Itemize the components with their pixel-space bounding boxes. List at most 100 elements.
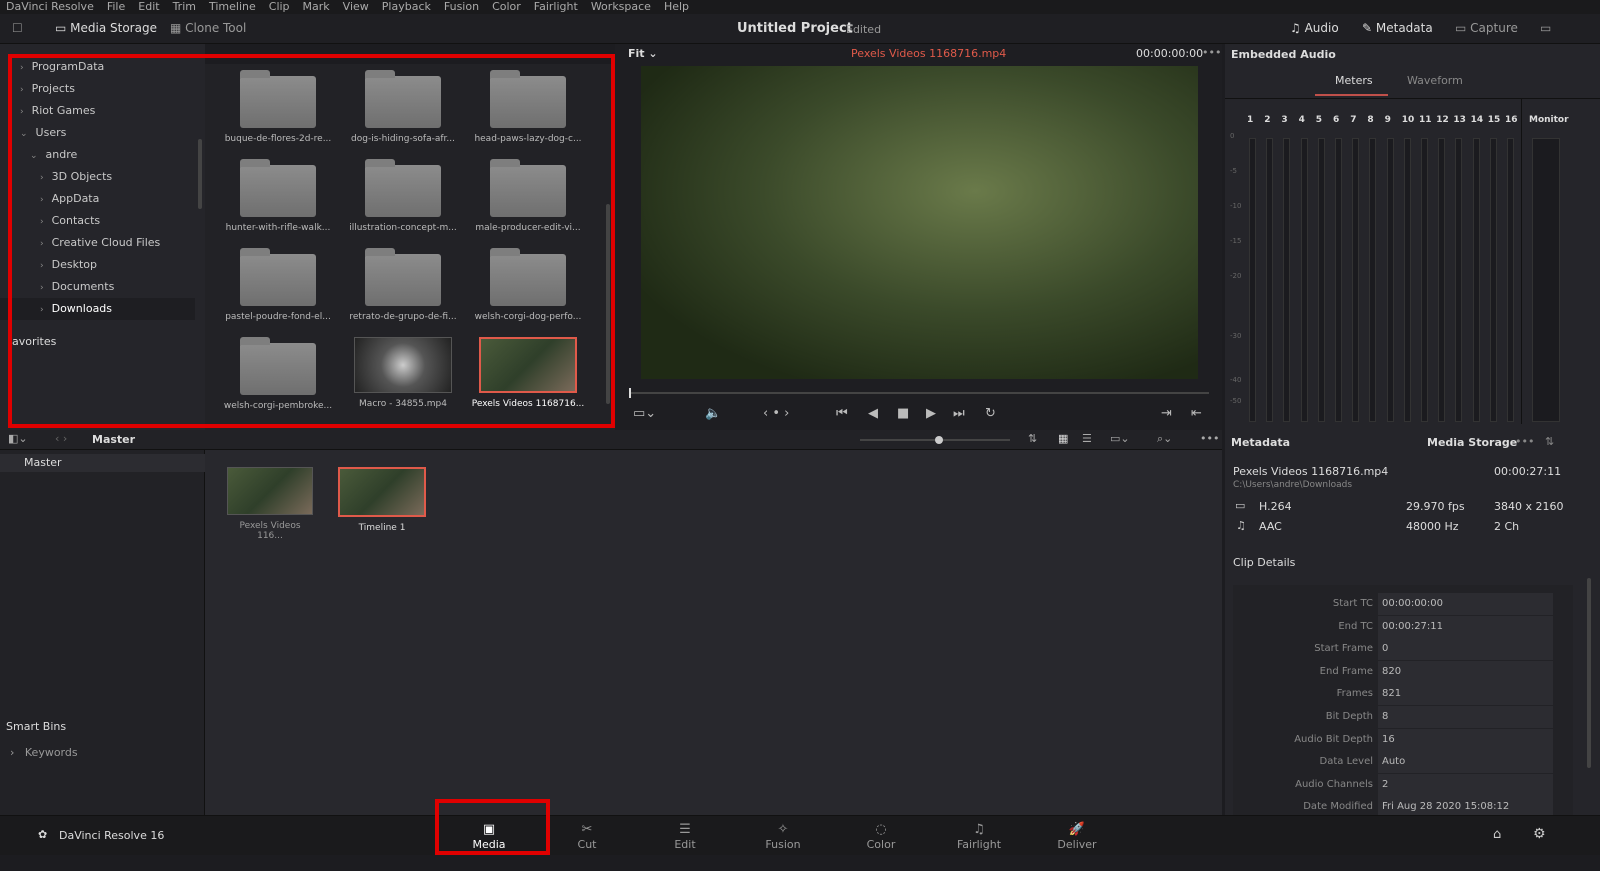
home-icon[interactable]: ⌂ [1493,827,1501,842]
menu-color[interactable]: Color [492,0,521,14]
sort-icon[interactable]: ⇅ [1545,435,1554,448]
tree-item[interactable]: ⌄ andre [0,144,195,166]
browser-scrollbar[interactable] [606,204,610,404]
media-thumbnail[interactable]: Pexels Videos 1168716... [468,337,588,409]
menu-playback[interactable]: Playback [382,0,431,14]
page-cut[interactable]: ✂ Cut [557,822,617,851]
sidebar-toggle-icon[interactable]: ◧⌄ [8,432,28,445]
media-thumbnail[interactable]: welsh-corgi-dog-perfo... [468,248,588,322]
search-icon[interactable]: ⌕⌄ [1157,432,1172,446]
nav-arrows-icon[interactable]: ‹ › [55,432,67,445]
menu-trim[interactable]: Trim [173,0,196,14]
grid-view-icon[interactable]: ▦ [1058,432,1068,445]
tree-scrollbar[interactable] [198,139,202,209]
more-icon[interactable]: ••• [1515,435,1534,448]
capture-button[interactable]: ▭ Capture [1455,21,1518,35]
menu-clip[interactable]: Clip [269,0,290,14]
tree-item[interactable]: › Riot Games [0,100,195,122]
scrubber[interactable] [629,388,1209,398]
more-icon[interactable]: ••• [1202,46,1221,59]
field-value[interactable]: 8 [1378,706,1553,728]
fullscreen-icon[interactable]: ▭ [1540,21,1551,35]
field-value[interactable]: 00:00:27:11 [1378,615,1553,638]
playhead[interactable] [629,388,631,398]
view-mode-icon[interactable]: ▭⌄ [633,406,656,421]
layout-toggle-icon[interactable]: ☐ [12,21,23,35]
tree-item[interactable]: › AppData [0,188,195,210]
keywords-bin[interactable]: › Keywords [10,746,78,759]
field-value[interactable]: 00:00:00:00 [1378,593,1553,615]
metadata-field: Frames 821 [1233,683,1573,706]
tree-item[interactable]: ⌄ Users [0,122,195,144]
reverse-icon[interactable]: ◀ [868,406,878,421]
menu-fusion[interactable]: Fusion [444,0,479,14]
page-fusion[interactable]: ✧ Fusion [753,822,813,851]
field-value[interactable]: 820 [1378,660,1553,683]
menu-mark[interactable]: Mark [303,0,330,14]
thumbnail-size-slider[interactable] [860,436,1010,444]
skip-start-icon[interactable]: ⏮ [836,406,848,421]
mark-in-icon[interactable]: ⇥ [1161,406,1172,421]
zoom-select[interactable]: Fit ⌄ [628,47,658,60]
field-value[interactable]: 0 [1378,638,1553,661]
media-thumbnail[interactable]: pastel-poudre-fond-el... [218,248,338,322]
media-thumbnail[interactable]: retrato-de-grupo-de-fi... [343,248,463,322]
menu-timeline[interactable]: Timeline [209,0,256,14]
metadata-button[interactable]: ✎ Metadata [1362,21,1433,35]
tree-item[interactable]: › Contacts [0,210,195,232]
media-thumbnail[interactable]: buque-de-flores-2d-re... [218,70,338,144]
page-edit[interactable]: ☰ Edit [655,822,715,851]
sort-icon[interactable]: ⇅ [1028,432,1037,445]
field-value[interactable]: Auto [1378,751,1553,774]
jog-icon[interactable]: ‹ • › [763,406,789,421]
menu-davinci-resolve[interactable]: DaVinci Resolve [6,0,94,14]
skip-end-icon[interactable]: ⏭ [953,406,965,421]
tree-item[interactable]: › Projects [0,78,195,100]
tree-item[interactable]: › Creative Cloud Files [0,232,195,254]
list-view-icon[interactable]: ☰ [1082,432,1092,445]
channel-label: 3 [1281,115,1288,125]
loop-icon[interactable]: ↻ [985,406,996,421]
page-fairlight[interactable]: ♫ Fairlight [949,822,1009,851]
audio-button[interactable]: ♫ Audio [1290,21,1339,35]
media-storage-button[interactable]: ▭ Media Storage [55,21,157,35]
field-value[interactable]: 2 [1378,773,1553,796]
media-thumbnail[interactable]: illustration-concept-m... [343,159,463,233]
tree-item[interactable]: › Desktop [0,254,195,276]
tree-item[interactable]: › 3D Objects [0,166,195,188]
media-thumbnail[interactable]: male-producer-edit-vi... [468,159,588,233]
media-thumbnail[interactable]: head-paws-lazy-dog-c... [468,70,588,144]
media-thumbnail[interactable]: hunter-with-rifle-walk... [218,159,338,233]
tree-item[interactable]: › Downloads [0,298,195,320]
tree-item[interactable]: › Documents [0,276,195,298]
bin-master[interactable]: Master [0,454,205,472]
field-value[interactable]: 16 [1378,728,1553,751]
page-label: Deliver [1057,838,1097,851]
media-thumbnail[interactable]: welsh-corgi-pembroke... [218,337,338,411]
tab-waveform[interactable]: Waveform [1407,74,1463,87]
play-icon[interactable]: ▶ [926,406,936,421]
menu-fairlight[interactable]: Fairlight [534,0,578,14]
scrollbar[interactable] [1587,578,1591,768]
clip-view-icon[interactable]: ▭⌄ [1110,432,1130,445]
stop-icon[interactable]: ■ [897,406,909,421]
volume-icon[interactable]: 🔈 [705,406,721,421]
menu-file[interactable]: File [107,0,125,14]
menu-edit[interactable]: Edit [138,0,159,14]
field-value[interactable]: 821 [1378,683,1553,706]
menu-workspace[interactable]: Workspace [591,0,651,14]
clone-tool-button[interactable]: ▦ Clone Tool [170,21,246,35]
media-thumbnail[interactable]: dog-is-hiding-sofa-afr... [343,70,463,144]
menu-help[interactable]: Help [664,0,689,14]
page-deliver[interactable]: 🚀 Deliver [1047,822,1107,851]
page-color[interactable]: ◌ Color [851,822,911,851]
more-icon[interactable]: ••• [1200,432,1219,445]
menu-view[interactable]: View [343,0,369,14]
tab-meters[interactable]: Meters [1335,74,1373,87]
media-thumbnail[interactable]: Macro - 34855.mp4 [343,337,463,409]
settings-icon[interactable]: ⚙ [1533,826,1546,842]
tree-item[interactable]: › ProgramData [0,56,195,78]
pool-clip[interactable]: Pexels Videos 116... [227,467,313,541]
mark-out-icon[interactable]: ⇤ [1191,406,1202,421]
pool-timeline[interactable]: Timeline 1 [338,467,426,533]
